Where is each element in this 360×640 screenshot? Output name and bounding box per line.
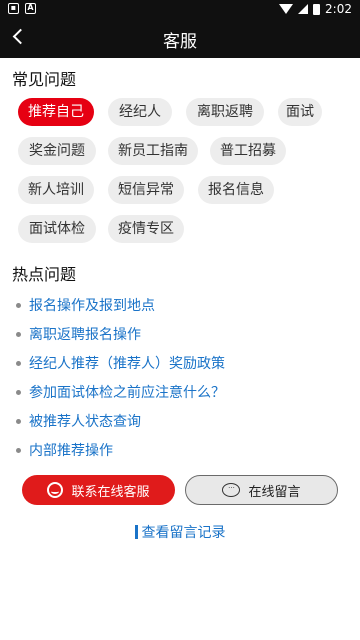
app-notification-icon: A (25, 3, 36, 14)
battery-icon (313, 3, 321, 15)
tag-registration-info[interactable]: 报名信息 (198, 176, 274, 204)
tag-recommend-self[interactable]: 推荐自己 (18, 98, 94, 126)
list-item[interactable]: 参加面试体检之前应注意什么？ (16, 381, 225, 403)
online-service-label: 联系在线客服 (71, 484, 150, 500)
page-title: 客服 (163, 32, 197, 52)
list-item[interactable]: 内部推荐操作 (16, 439, 113, 461)
signal-icon (298, 4, 309, 14)
list-item[interactable]: 经纪人推荐（推荐人）奖励政策 (16, 352, 225, 374)
leave-message-label: 在线留言 (248, 484, 301, 500)
link-marker-icon (134, 525, 138, 539)
record-label: 查看留言记录 (141, 525, 226, 541)
list-item[interactable]: 报名操作及报到地点 (16, 294, 155, 316)
list-item[interactable]: 被推荐人状态查询 (16, 410, 141, 432)
tag-new-staff-guide[interactable]: 新员工指南 (108, 137, 198, 165)
bullet-icon (16, 360, 21, 366)
wifi-icon (279, 4, 294, 14)
faq-link[interactable]: 经纪人推荐（推荐人）奖励政策 (29, 353, 225, 373)
tag-medical-exam[interactable]: 面试体检 (18, 215, 96, 243)
app-header: 客服 (0, 18, 360, 58)
bullet-icon (16, 389, 21, 395)
common-questions-title: 常见问题 (12, 70, 77, 89)
status-time: 2:02 (325, 2, 352, 16)
bullet-icon (16, 418, 21, 424)
leave-message-button[interactable]: ··· 在线留言 (185, 475, 338, 505)
online-service-button[interactable]: 联系在线客服 (22, 475, 175, 505)
tag-rehire[interactable]: 离职返聘 (186, 98, 264, 126)
tag-training[interactable]: 新人培训 (18, 176, 94, 204)
tag-sms-issue[interactable]: 短信异常 (108, 176, 184, 204)
tag-bonus[interactable]: 奖金问题 (18, 137, 96, 165)
bullet-icon (16, 302, 21, 308)
list-item[interactable]: 离职返聘报名操作 (16, 323, 141, 345)
tag-worker-recruit[interactable]: 普工招募 (210, 137, 286, 165)
hot-questions-title: 热点问题 (12, 265, 77, 284)
headset-icon (47, 482, 64, 498)
tag-epidemic[interactable]: 疫情专区 (108, 215, 184, 243)
tag-agent[interactable]: 经纪人 (108, 98, 172, 126)
faq-link[interactable]: 报名操作及报到地点 (29, 295, 155, 315)
faq-link[interactable]: 被推荐人状态查询 (29, 411, 141, 431)
notification-icon: ▪ (8, 3, 19, 14)
faq-link[interactable]: 离职返聘报名操作 (29, 324, 141, 344)
status-bar: ▪ A 2:02 (0, 0, 360, 18)
faq-link[interactable]: 参加面试体检之前应注意什么？ (29, 382, 225, 402)
faq-link[interactable]: 内部推荐操作 (29, 440, 113, 460)
view-message-record-link[interactable]: 查看留言记录 (0, 522, 360, 542)
bullet-icon (16, 447, 21, 453)
bullet-icon (16, 331, 21, 337)
tag-interview[interactable]: 面试 (278, 98, 322, 126)
chat-bubble-icon: ··· (222, 483, 241, 497)
